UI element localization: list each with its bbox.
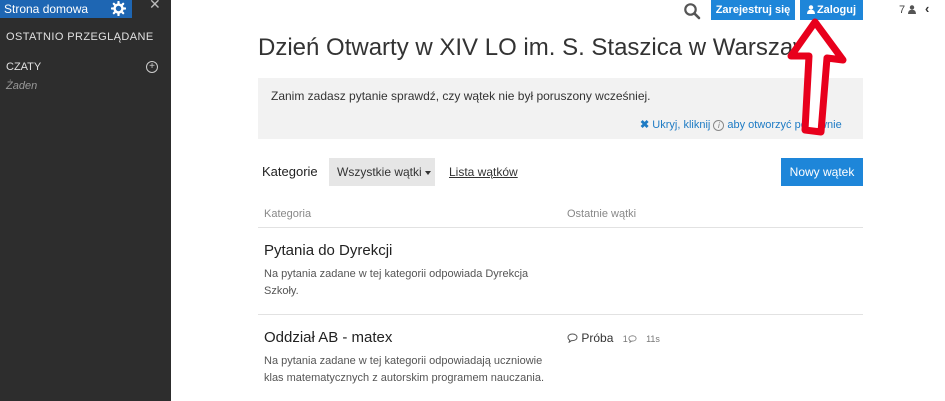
plus-circle-icon[interactable]: +	[146, 61, 158, 73]
column-header-category: Kategoria	[264, 208, 312, 220]
home-button[interactable]: Strona domowa	[0, 0, 132, 18]
comment-icon	[567, 333, 578, 344]
thread-age: 11s	[646, 334, 660, 344]
info-notice: Zanim zadasz pytanie sprawdź, czy wątek …	[258, 78, 863, 139]
online-users-count[interactable]: 7	[899, 4, 917, 16]
categories-label: Kategorie	[262, 164, 318, 179]
chevron-left-icon[interactable]: ‹	[925, 1, 929, 16]
login-button[interactable]: Zaloguj	[800, 0, 863, 20]
new-thread-button[interactable]: Nowy wątek	[781, 158, 863, 186]
user-icon	[908, 5, 917, 14]
comment-icon	[628, 335, 637, 344]
thread-list-link[interactable]: Lista wątków	[449, 165, 518, 179]
category-title[interactable]: Oddział AB - matex	[264, 329, 392, 346]
chats-heading: CZATY	[6, 61, 42, 73]
online-count-value: 7	[899, 4, 906, 16]
column-header-recent-threads: Ostatnie wątki	[567, 208, 637, 220]
chats-empty-text: Żaden	[6, 80, 38, 92]
recent-thread-link[interactable]: Próba 1 11s	[567, 331, 660, 345]
info-text: Zanim zadasz pytanie sprawdź, czy wątek …	[271, 89, 651, 103]
reply-count: 1	[623, 334, 637, 344]
home-label: Strona domowa	[4, 2, 89, 16]
login-label: Zaloguj	[816, 4, 857, 16]
register-button[interactable]: Zarejestruj się	[711, 0, 795, 20]
annotation-arrow-icon	[787, 18, 847, 136]
hide-prefix: Ukryj, kliknij	[652, 119, 711, 131]
recent-thread-title: Próba	[581, 331, 614, 345]
table-divider	[258, 314, 863, 315]
page-title: Dzień Otwarty w XIV LO im. S. Staszica w…	[258, 34, 830, 61]
info-icon: i	[713, 119, 725, 131]
close-icon: ✖	[640, 119, 650, 131]
sidebar: Strona domowa ✕ OSTATNIO PRZEGLĄDANE CZA…	[0, 0, 171, 401]
category-title[interactable]: Pytania do Dyrekcji	[264, 242, 392, 259]
dropdown-value: Wszystkie wątki	[337, 165, 422, 179]
category-description: Na pytania zadane w tej kategorii odpowi…	[264, 355, 544, 384]
category-description: Na pytania zadane w tej kategorii odpowi…	[264, 268, 529, 297]
caret-down-icon	[424, 170, 431, 175]
gear-icon[interactable]	[111, 1, 126, 16]
user-icon	[806, 5, 815, 14]
recently-viewed-heading: OSTATNIO PRZEGLĄDANE	[6, 31, 154, 43]
search-icon[interactable]	[683, 2, 701, 20]
table-divider	[258, 227, 863, 228]
thread-filter-dropdown[interactable]: Wszystkie wątki	[329, 158, 435, 186]
close-icon[interactable]: ✕	[149, 0, 161, 11]
